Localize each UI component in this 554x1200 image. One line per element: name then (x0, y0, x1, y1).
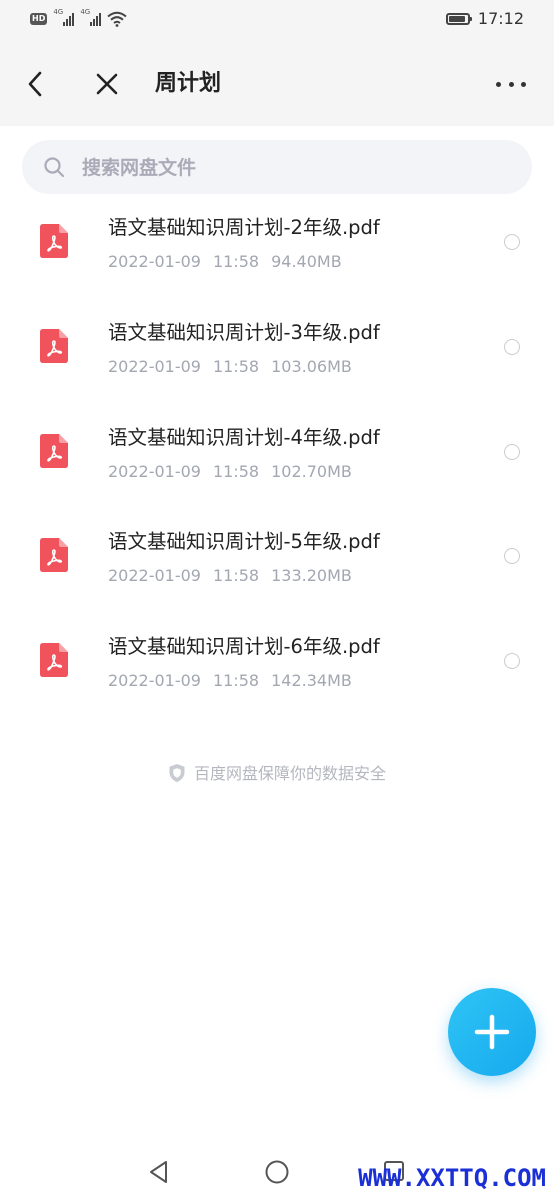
file-list-item[interactable]: 语文基础知识周计划-3年级.pdf 2022-01-09 11:58 103.06M… (0, 305, 554, 410)
add-button[interactable] (448, 988, 536, 1076)
security-note: 百度网盘保障你的数据安全 (0, 762, 554, 786)
file-time: 11:58 (212, 356, 260, 376)
file-meta: 2022-01-09 11:58 102.70MB (108, 460, 364, 484)
file-date: 2022-01-09 (108, 356, 201, 376)
cell-signal-icon-1: 4G (53, 8, 75, 26)
select-radio[interactable] (504, 653, 520, 669)
title-bar: 周计划 (0, 42, 554, 126)
file-date: 2022-01-09 (108, 252, 201, 271)
file-size: 133.20MB (271, 566, 352, 586)
file-date: 2022-01-09 (108, 566, 201, 586)
cell-signal-icon-2: 4G (80, 8, 102, 26)
status-time: 17:12 (477, 9, 524, 28)
pdf-icon (40, 433, 68, 468)
status-bar: HD 4G 4G 17:12 (0, 0, 554, 42)
select-radio[interactable] (504, 234, 520, 250)
file-date: 2022-01-09 (108, 461, 201, 481)
file-time: 11:58 (212, 252, 260, 271)
watermark: WWW.XXTTQ.COM (358, 1164, 546, 1192)
pdf-icon (40, 328, 68, 363)
pdf-icon (40, 538, 68, 573)
file-size: 142.34MB (271, 671, 352, 690)
file-date: 2022-01-09 (108, 671, 201, 690)
page-title: 周计划 (155, 71, 222, 96)
battery-icon (445, 12, 472, 25)
security-note-text: 百度网盘保障你的数据安全 (193, 764, 386, 783)
close-icon (96, 73, 118, 95)
file-list-item[interactable]: 语文基础知识周计划-5年级.pdf 2022-01-09 11:58 133.20M… (0, 514, 554, 619)
file-name: 语文基础知识周计划-2年级.pdf (108, 216, 380, 239)
network-type-label-2: 4G (80, 8, 91, 16)
file-meta: 2022-01-09 11:58 142.34MB (108, 669, 364, 693)
file-meta: 2022-01-09 11:58 103.06MB (108, 355, 364, 379)
file-list: 语文基础知识周计划-2年级.pdf 2022-01-09 11:58 94.40MB… (0, 200, 554, 724)
select-radio[interactable] (504, 548, 520, 565)
search-icon (44, 157, 65, 178)
file-name: 语文基础知识周计划-4年级.pdf (108, 425, 380, 449)
close-button[interactable] (90, 66, 124, 102)
shield-icon (169, 764, 185, 782)
pdf-icon (40, 643, 68, 677)
nav-home-icon[interactable] (264, 1159, 290, 1185)
hd-badge: HD (30, 13, 48, 25)
file-list-item[interactable]: 语文基础知识周计划-4年级.pdf 2022-01-09 11:58 102.70M… (0, 410, 554, 515)
network-type-label-1: 4G (53, 8, 64, 16)
file-name: 语文基础知识周计划-6年级.pdf (108, 635, 380, 658)
file-time: 11:58 (212, 671, 260, 690)
back-button[interactable] (22, 66, 52, 102)
more-button[interactable] (496, 70, 526, 98)
search-input[interactable] (80, 150, 504, 186)
status-bar-right: 17:12 (445, 9, 524, 28)
pdf-icon (40, 224, 68, 258)
file-meta: 2022-01-09 11:58 94.40MB (108, 250, 354, 274)
plus-icon (474, 1014, 510, 1050)
file-size: 94.40MB (271, 252, 342, 271)
nav-back-icon[interactable] (146, 1159, 172, 1185)
file-size: 102.70MB (271, 461, 352, 481)
file-list-item[interactable]: 语文基础知识周计划-2年级.pdf 2022-01-09 11:58 94.40MB (0, 200, 554, 305)
select-radio[interactable] (504, 338, 520, 355)
file-meta: 2022-01-09 11:58 133.20MB (108, 564, 364, 588)
file-name: 语文基础知识周计划-5年级.pdf (108, 530, 380, 554)
status-bar-left: HD 4G 4G (30, 8, 127, 27)
select-radio[interactable] (504, 443, 520, 460)
file-name: 语文基础知识周计划-3年级.pdf (108, 320, 380, 344)
more-horizontal-icon (496, 81, 501, 87)
wifi-icon (107, 11, 127, 27)
search-bar[interactable] (22, 140, 532, 194)
file-time: 11:58 (212, 566, 260, 586)
chevron-left-icon (28, 71, 42, 97)
file-time: 11:58 (212, 461, 260, 481)
file-size: 103.06MB (271, 356, 352, 376)
file-list-item[interactable]: 语文基础知识周计划-6年级.pdf 2022-01-09 11:58 142.34M… (0, 619, 554, 724)
